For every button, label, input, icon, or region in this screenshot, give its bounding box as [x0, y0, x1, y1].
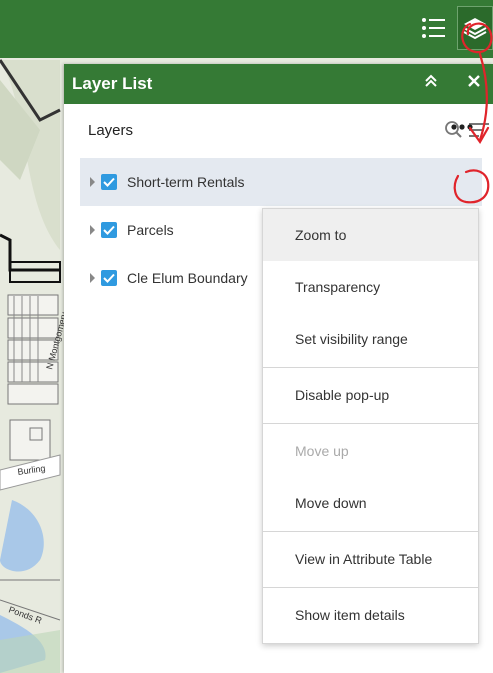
layer-checkbox[interactable]: [101, 174, 117, 190]
menu-divider: [263, 367, 478, 368]
menu-divider: [263, 423, 478, 424]
panel-header: Layer List: [64, 64, 493, 104]
panel-title: Layer List: [72, 74, 153, 93]
expand-caret-icon[interactable]: [90, 273, 95, 283]
menu-item-zoom-to[interactable]: Zoom to: [263, 209, 478, 261]
menu-item-disable-popup[interactable]: Disable pop-up: [263, 369, 478, 421]
layer-name: Short-term Rentals: [127, 174, 245, 190]
layer-options-menu: Zoom to Transparency Set visibility rang…: [262, 208, 479, 644]
menu-divider: [263, 531, 478, 532]
layer-row-cle-elum-boundary[interactable]: Cle Elum Boundary: [80, 254, 260, 302]
expand-caret-icon[interactable]: [90, 225, 95, 235]
menu-item-move-up: Move up: [295, 443, 349, 459]
layer-name: Parcels: [127, 222, 174, 238]
menu-item-item-details[interactable]: Show item details: [263, 589, 478, 641]
layer-row-short-term-rentals[interactable]: Short-term Rentals: [80, 158, 482, 206]
layer-name: Cle Elum Boundary: [127, 270, 248, 286]
collapse-icon[interactable]: [424, 74, 438, 93]
menu-item-visibility-range[interactable]: Set visibility range: [263, 313, 478, 365]
layer-row-parcels[interactable]: Parcels: [80, 206, 260, 254]
menu-item-move-down[interactable]: Move down: [263, 477, 478, 529]
menu-item-attribute-table[interactable]: View in Attribute Table: [263, 533, 478, 585]
expand-caret-icon[interactable]: [90, 177, 95, 187]
menu-item-transparency[interactable]: Transparency: [263, 261, 478, 313]
layers-heading: Layers: [88, 122, 134, 139]
layers-icon: [463, 18, 487, 40]
menu-divider: [263, 587, 478, 588]
layer-list-button[interactable]: [457, 6, 493, 50]
app-header: [0, 0, 493, 58]
legend-button[interactable]: [416, 6, 452, 50]
layer-checkbox[interactable]: [101, 270, 117, 286]
layer-checkbox[interactable]: [101, 222, 117, 238]
layer-options-button[interactable]: [450, 118, 474, 134]
close-icon[interactable]: [468, 74, 480, 92]
list-icon: [422, 18, 445, 38]
ellipsis-icon: [451, 124, 473, 130]
